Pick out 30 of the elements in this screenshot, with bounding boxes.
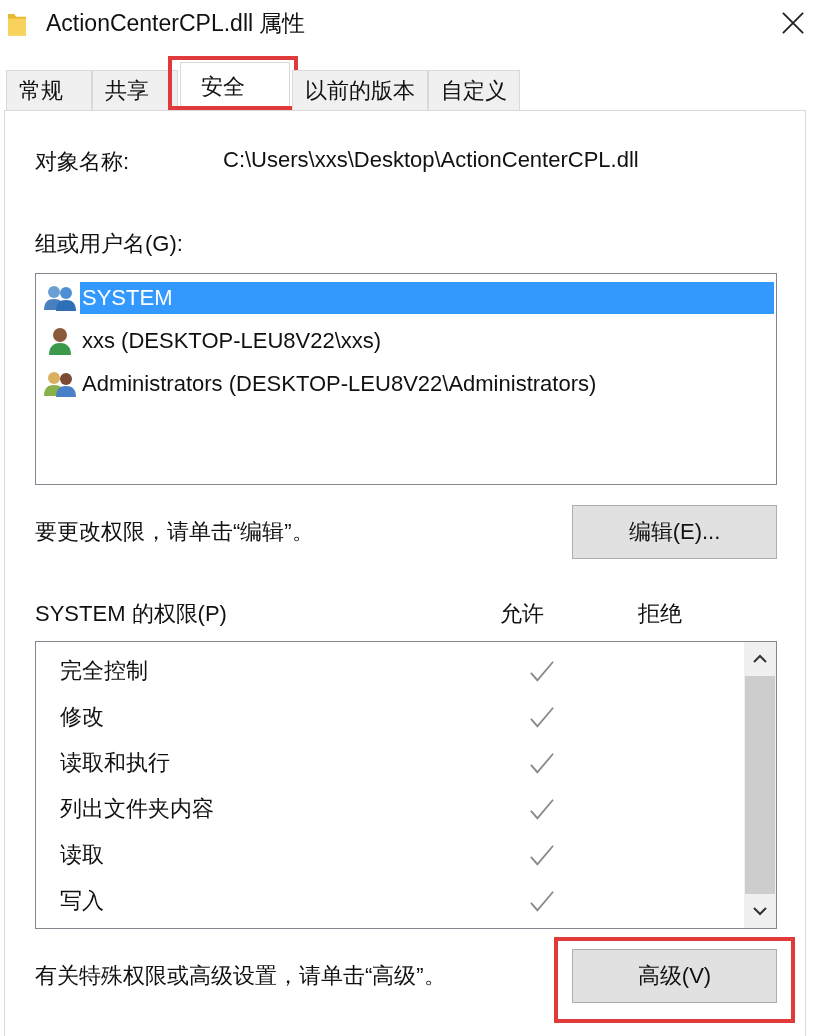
permission-name: 列出文件夹内容 [60,795,215,823]
tab[interactable]: 常规 [6,70,92,110]
object-path: C:\Users\xxs\Desktop\ActionCenterCPL.dll [223,147,639,174]
column-header: 允许 [499,600,545,628]
scroll-up-icon[interactable] [753,654,767,664]
column-header: 拒绝 [638,600,684,628]
permission-name: 读取 [60,841,105,869]
tab[interactable]: 自定义 [428,70,520,110]
scrollbar[interactable] [744,642,776,928]
permission-name: 完全控制 [60,657,149,685]
tab[interactable]: 共享 [92,70,178,110]
edit-hint: 要更改权限，请单击“编辑”。 [35,518,314,546]
tab[interactable]: 以前的版本 [292,70,428,110]
permission-name: 读取和执行 [60,749,171,777]
window-title: ActionCenterCPL.dll 属性 [46,8,307,38]
advanced-button[interactable]: 高级(V) [572,949,777,1003]
scroll-thumb[interactable] [745,676,775,894]
advanced-hint: 有关特殊权限或高级设置，请单击“高级”。 [35,962,446,990]
permission-name: 修改 [60,703,105,731]
object-name-label: 对象名称: [35,148,131,176]
permission-name: 写入 [60,887,105,915]
user-group-icon [44,369,76,398]
edit-button[interactable]: 编辑(E)... [572,505,777,559]
groups-label: 组或用户名(G): [35,230,184,258]
user-group-icon [44,283,76,312]
permissions-label: SYSTEM 的权限(P) [35,600,228,628]
close-icon[interactable] [782,12,804,34]
user-list-item[interactable]: Administrators (DESKTOP-LEU8V22\Administrators) [80,367,774,400]
user-list-item[interactable]: xxs (DESKTOP-LEU8V22\xxs) [80,324,774,357]
scroll-down-icon[interactable] [753,906,767,916]
